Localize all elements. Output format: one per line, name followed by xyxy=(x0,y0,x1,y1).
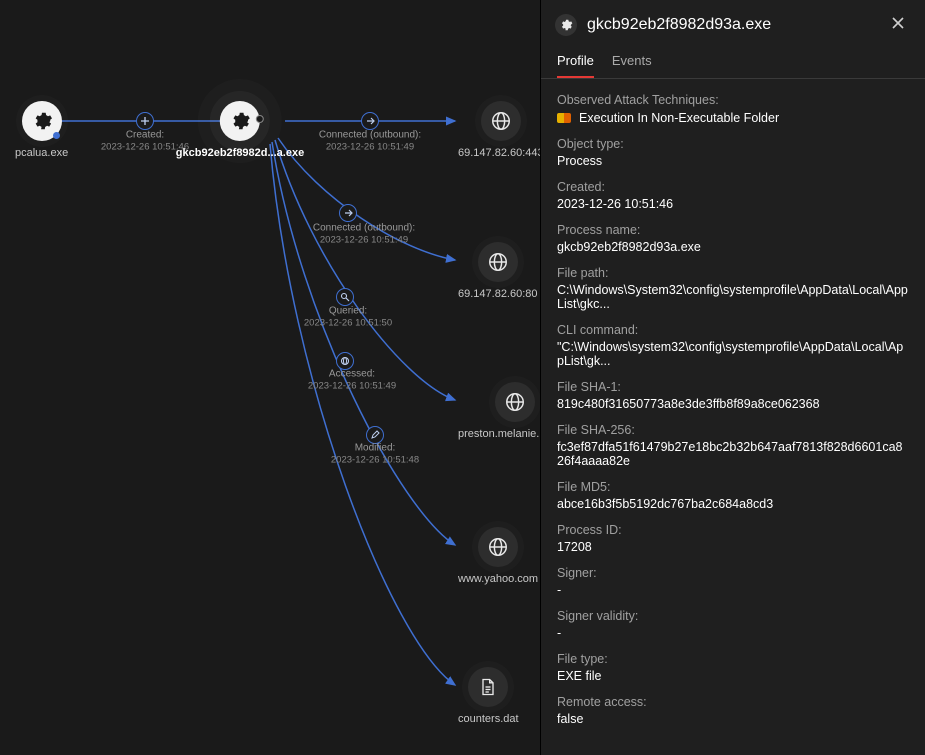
node-counters-dat[interactable]: counters.dat xyxy=(458,667,519,725)
node-ip-80[interactable]: 69.147.82.60:80 xyxy=(458,242,538,300)
node-label: 69.147.82.60:80 xyxy=(458,288,538,300)
process-graph[interactable]: Created: 2023-12-26 10:51:46 Connected (… xyxy=(0,0,540,755)
node-main-process[interactable]: gkcb92eb2f8982d...a.exe xyxy=(176,101,304,159)
tab-events[interactable]: Events xyxy=(612,53,652,78)
node-label: pcalua.exe xyxy=(15,147,68,159)
file-icon xyxy=(478,677,498,697)
field-file-type: File type: EXE file xyxy=(557,652,909,683)
node-label: counters.dat xyxy=(458,713,519,725)
field-md5: File MD5: abce16b3f5b5192dc767ba2c684a8c… xyxy=(557,480,909,511)
node-label: 69.147.82.60:443 xyxy=(458,147,544,159)
node-pcalua[interactable]: pcalua.exe xyxy=(15,101,68,159)
edge-label: Connected (outbound): 2023-12-26 10:51:4… xyxy=(313,221,415,246)
field-remote-access: Remote access: false xyxy=(557,695,909,726)
edge-label: Accessed: 2023-12-26 10:51:49 xyxy=(308,367,396,392)
globe-icon xyxy=(490,110,512,132)
edge-icon-accessed xyxy=(336,352,354,370)
globe-icon xyxy=(504,391,526,413)
node-ip-443[interactable]: 69.147.82.60:443 xyxy=(458,101,544,159)
edge-label: Modified: 2023-12-26 10:51:48 xyxy=(331,441,419,466)
field-observed-attack-techniques: Observed Attack Techniques: Execution In… xyxy=(557,93,909,125)
field-process-name: Process name: gkcb92eb2f8982d93a.exe xyxy=(557,223,909,254)
details-panel: gkcb92eb2f8982d93a.exe Profile Events Ob… xyxy=(540,0,925,755)
expand-dot[interactable] xyxy=(256,115,264,123)
severity-badge xyxy=(557,113,571,123)
field-file-path: File path: C:\Windows\System32\config\sy… xyxy=(557,266,909,311)
close-button[interactable] xyxy=(885,10,911,39)
field-created: Created: 2023-12-26 10:51:46 xyxy=(557,180,909,211)
edge-icon-queried xyxy=(336,288,354,306)
field-sha256: File SHA-256: fc3ef87dfa51f61479b27e18bc… xyxy=(557,423,909,468)
panel-tabs: Profile Events xyxy=(541,43,925,79)
node-label: www.yahoo.com xyxy=(458,573,538,585)
edge-label: Queried: 2023-12-26 10:51:50 xyxy=(304,304,392,329)
node-label: gkcb92eb2f8982d...a.exe xyxy=(176,147,304,159)
edge-label: Connected (outbound): 2023-12-26 10:51:4… xyxy=(319,128,421,153)
field-sha1: File SHA-1: 819c480f31650773a8e3de3ffb8f… xyxy=(557,380,909,411)
globe-icon xyxy=(487,536,509,558)
node-yahoo[interactable]: www.yahoo.com xyxy=(458,527,538,585)
edge-icon-connected xyxy=(339,204,357,222)
field-object-type: Object type: Process xyxy=(557,137,909,168)
close-icon xyxy=(891,16,905,30)
edge-icon-modified xyxy=(366,426,384,444)
profile-fields: Observed Attack Techniques: Execution In… xyxy=(541,79,925,755)
edge-icon-created xyxy=(136,112,154,130)
gear-icon xyxy=(31,110,53,132)
panel-title: gkcb92eb2f8982d93a.exe xyxy=(587,16,875,34)
gear-icon xyxy=(229,110,251,132)
field-cli-command: CLI command: "C:\Windows\system32\config… xyxy=(557,323,909,368)
field-process-id: Process ID: 17208 xyxy=(557,523,909,554)
tab-profile[interactable]: Profile xyxy=(557,53,594,78)
field-signer-validity: Signer validity: - xyxy=(557,609,909,640)
globe-icon xyxy=(487,251,509,273)
field-signer: Signer: - xyxy=(557,566,909,597)
status-dot xyxy=(53,132,60,139)
edge-icon-connected xyxy=(361,112,379,130)
panel-header: gkcb92eb2f8982d93a.exe xyxy=(541,0,925,43)
technique-link[interactable]: Execution In Non-Executable Folder xyxy=(579,111,779,125)
gear-icon xyxy=(555,14,577,36)
